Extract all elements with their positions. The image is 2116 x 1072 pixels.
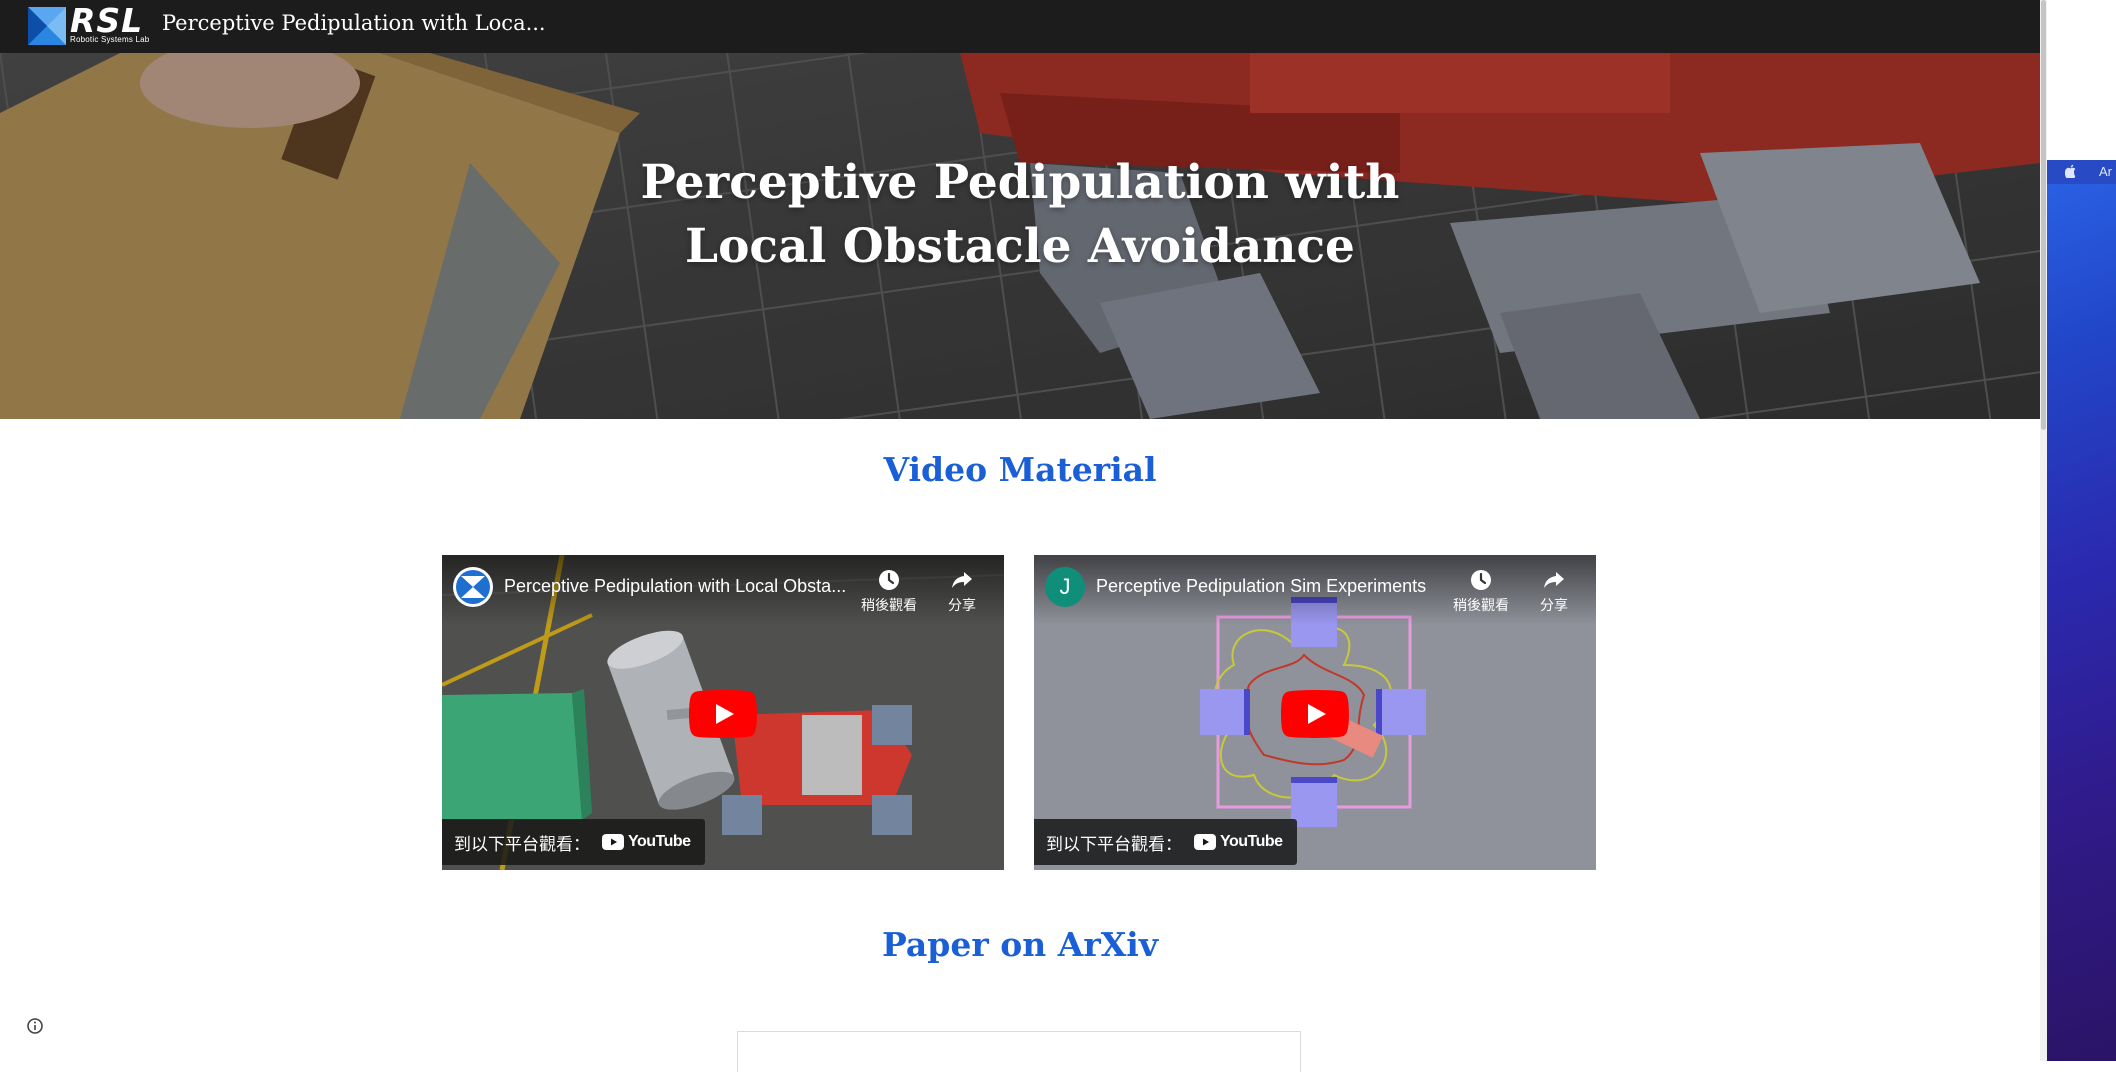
share-label: 分享 xyxy=(948,597,976,613)
site-header: RSL Robotic Systems Lab Perceptive Pedip… xyxy=(0,0,2040,53)
video-2-watch-on-youtube[interactable]: 到以下平台觀看： YouTube xyxy=(1034,819,1297,865)
arxiv-paper-embed[interactable] xyxy=(737,1031,1301,1072)
scrollbar-thumb[interactable] xyxy=(2041,0,2046,430)
watch-on-label: 到以下平台觀看： xyxy=(454,834,590,854)
play-icon[interactable] xyxy=(689,690,757,738)
desktop-menubar: Ar xyxy=(2047,160,2116,184)
play-icon[interactable] xyxy=(1281,690,1349,738)
video-2-channel-avatar[interactable]: J xyxy=(1045,567,1085,607)
info-icon[interactable] xyxy=(26,1017,44,1035)
hero-title: Perceptive Pedipulation with Local Obsta… xyxy=(0,151,2040,279)
youtube-embed-2[interactable]: J Perceptive Pedipulation Sim Experiment… xyxy=(1034,555,1596,870)
rsl-logo-icon xyxy=(453,567,493,607)
video-1-watch-on-youtube[interactable]: 到以下平台觀看： YouTube xyxy=(442,819,705,865)
rsl-logo-icon xyxy=(28,7,66,45)
apple-icon[interactable] xyxy=(2064,164,2077,181)
share-arrow-icon xyxy=(1544,572,1564,588)
video-2-share-button[interactable]: 分享 xyxy=(1524,567,1584,615)
video-1-watch-later-button[interactable]: 稍後觀看 xyxy=(854,567,924,615)
youtube-icon: YouTube xyxy=(602,833,691,851)
adjacent-window: Ar xyxy=(2047,0,2116,1061)
clock-icon xyxy=(1471,570,1491,590)
hero-banner: Perceptive Pedipulation with Local Obsta… xyxy=(0,53,2040,419)
video-2-title[interactable]: Perceptive Pedipulation Sim Experiments xyxy=(1096,576,1456,597)
video-1-title[interactable]: Perceptive Pedipulation with Local Obsta… xyxy=(504,576,864,597)
menubar-app-name[interactable]: Ar xyxy=(2099,164,2112,179)
site-title[interactable]: Perceptive Pedipulation with Loca... xyxy=(162,11,546,35)
hero-title-line-2: Local Obstacle Avoidance xyxy=(685,219,1355,274)
video-material-heading: Video Material xyxy=(883,450,1157,489)
share-label: 分享 xyxy=(1540,597,1568,613)
youtube-wordmark: YouTube xyxy=(628,833,691,850)
youtube-icon: YouTube xyxy=(1194,833,1283,851)
youtube-embed-1[interactable]: Perceptive Pedipulation with Local Obsta… xyxy=(442,555,1004,870)
logo-subtext: Robotic Systems Lab xyxy=(70,35,150,44)
video-1-share-button[interactable]: 分享 xyxy=(932,567,992,615)
share-arrow-icon xyxy=(952,572,972,588)
youtube-wordmark: YouTube xyxy=(1220,833,1283,850)
hero-title-line-1: Perceptive Pedipulation with xyxy=(640,155,1400,210)
video-2-watch-later-button[interactable]: 稍後觀看 xyxy=(1446,567,1516,615)
clock-icon xyxy=(879,570,899,590)
watch-later-label: 稍後觀看 xyxy=(1453,597,1509,613)
logo-text: RSL xyxy=(70,1,144,40)
rsl-logo[interactable]: RSL Robotic Systems Lab xyxy=(28,1,150,47)
watch-later-label: 稍後觀看 xyxy=(861,597,917,613)
video-1-channel-avatar[interactable] xyxy=(453,567,493,607)
paper-on-arxiv-heading: Paper on ArXiv xyxy=(881,925,1159,964)
watch-on-label: 到以下平台觀看： xyxy=(1046,834,1182,854)
desktop-wallpaper xyxy=(2047,160,2116,1061)
